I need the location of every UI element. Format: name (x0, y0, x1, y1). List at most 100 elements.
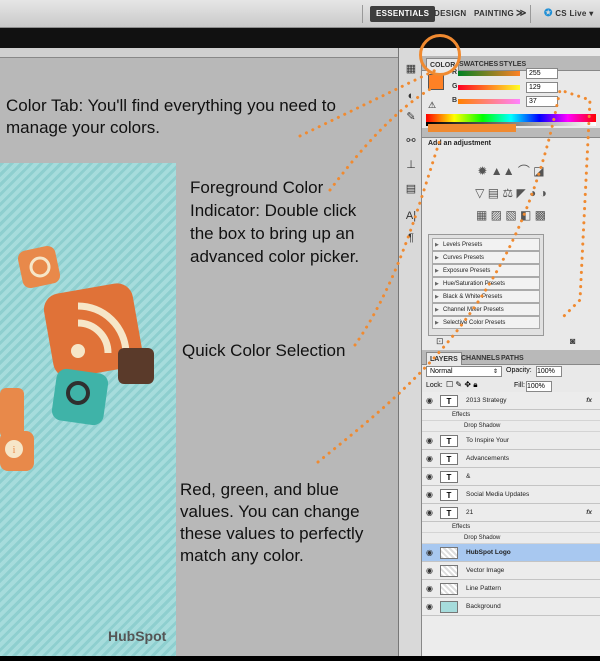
fill-field[interactable] (526, 381, 552, 392)
preset-curves[interactable]: Curves Presets (432, 251, 540, 264)
character-icon[interactable]: A| (403, 210, 419, 224)
drop-shadow-row[interactable]: Drop Shadow (422, 533, 600, 544)
value-r[interactable] (526, 68, 558, 79)
eye-icon[interactable]: ◉ (426, 450, 433, 468)
layer-name: 21 (466, 509, 474, 516)
layer-row[interactable]: ◉ Background (422, 598, 600, 616)
social-icons-illustration: i (0, 245, 154, 471)
blend-mode-select[interactable]: Normal ⇕ (426, 366, 502, 377)
layer-thumbnail: T (440, 395, 458, 407)
histogram-icon[interactable]: ▦ (403, 62, 419, 76)
annotation-quick-color: Quick Color Selection (182, 341, 346, 360)
layers-list: ◉ T 2013 Strategy fx Effects Drop Shadow… (422, 392, 600, 656)
stepper-icon: ⇕ (492, 369, 498, 375)
eye-icon[interactable]: ◉ (426, 432, 433, 450)
options-bar (0, 28, 600, 48)
layer-row[interactable]: ◉ T & (422, 468, 600, 486)
color-ramp[interactable] (426, 114, 596, 122)
divider (530, 5, 531, 23)
value-g[interactable] (526, 82, 558, 93)
layer-name: Advancements (466, 455, 509, 462)
clip-icon[interactable]: ⊡ (436, 336, 444, 347)
layer-thumbnail (440, 565, 458, 577)
slider-r[interactable] (458, 71, 520, 76)
tab-paths[interactable]: PATHS (498, 352, 527, 365)
opacity-field[interactable] (536, 366, 562, 377)
layer-thumbnail: T (440, 507, 458, 519)
eye-icon[interactable]: ◉ (426, 544, 433, 562)
blend-mode-value: Normal (430, 368, 453, 375)
tab-channels[interactable]: CHANNELS (458, 352, 503, 365)
layer-name: To Inspire Your (466, 437, 510, 444)
eye-icon[interactable]: ◉ (426, 504, 433, 522)
layer-row[interactable]: ◉ T 2013 Strategy fx (422, 392, 600, 410)
annotation-rgb: Red, green, and blue values. You can cha… (180, 480, 364, 565)
lock-label: Lock: (426, 382, 443, 389)
annotation-color-tab: Color Tab: You'll find everything you ne… (6, 96, 336, 137)
preset-black-white[interactable]: Black & White Presets (432, 290, 540, 303)
layer-row[interactable]: ◉ Line Pattern (422, 580, 600, 598)
fx-icon[interactable]: fx (586, 392, 592, 410)
eye-icon[interactable]: ◉ (426, 486, 433, 504)
layer-row[interactable]: ◉ Vector Image (422, 562, 600, 580)
panel-dock-icons: ▦ ◐ ✎ ⚯ ⊥ ▤ A| ¶ (398, 48, 422, 656)
layer-name: HubSpot Logo (466, 549, 511, 556)
tab-styles[interactable]: STYLES (496, 58, 529, 71)
layer-name: Background (466, 603, 501, 610)
layer-row[interactable]: ◉ T Advancements (422, 450, 600, 468)
brush-icon[interactable]: ✎ (403, 110, 419, 124)
layer-name: 2013 Strategy (466, 397, 507, 404)
workspace-essentials[interactable]: ESSENTIALS (370, 6, 436, 22)
layer-row[interactable]: ◉ T Social Media Updates (422, 486, 600, 504)
eye-icon[interactable]: ◉ (426, 598, 433, 616)
camera-icon[interactable]: ◙ (570, 336, 575, 346)
layer-thumbnail: T (440, 453, 458, 465)
preset-levels[interactable]: Levels Presets (432, 238, 540, 251)
fill-label: Fill: (514, 382, 525, 389)
slider-g[interactable] (458, 85, 520, 90)
layer-row-selected[interactable]: ◉ HubSpot Logo (422, 544, 600, 562)
divider (362, 5, 363, 23)
annotation-foreground: Foreground Color Indicator: Double click… (190, 178, 360, 266)
foreground-color-swatch[interactable] (428, 74, 444, 90)
adjustments-title: Add an adjustment (428, 140, 492, 147)
fx-icon[interactable]: fx (586, 504, 592, 522)
stamp-icon[interactable]: ⊥ (403, 158, 419, 172)
layer-thumbnail (440, 547, 458, 559)
lock-icons[interactable]: ☐ ✎ ✥ 🔒︎ (446, 380, 478, 390)
eye-icon[interactable]: ◉ (426, 562, 433, 580)
effects-row[interactable]: Effects (422, 410, 600, 421)
value-b[interactable] (526, 96, 558, 107)
eye-icon[interactable]: ◉ (426, 468, 433, 486)
tab-swatches[interactable]: SWATCHES (456, 58, 501, 71)
layer-row[interactable]: ◉ T 21 fx (422, 504, 600, 522)
slider-b[interactable] (458, 99, 520, 104)
cs-live-icon: ✪ (544, 8, 553, 19)
hubspot-logo: HubSpot (108, 628, 167, 644)
eye-icon[interactable]: ◉ (426, 392, 433, 410)
clone-icon[interactable]: ⚯ (403, 134, 419, 148)
preset-selective-color[interactable]: Selective Color Presets (432, 316, 540, 329)
workspace-design[interactable]: DESIGN (428, 6, 472, 22)
cs-live-label: CS Live (555, 9, 587, 18)
preset-exposure[interactable]: Exposure Presets (432, 264, 540, 277)
adjustments-icon[interactable]: ◐ (403, 90, 419, 104)
tools-icon[interactable]: ▤ (403, 182, 419, 196)
cs-live-button[interactable]: ✪ CS Live ▾ (538, 6, 600, 22)
layer-name: Vector Image (466, 567, 505, 574)
layer-thumbnail: T (440, 435, 458, 447)
adjustment-icons[interactable]: ✹ ▲▲ ⌒ ◪ ▽ ▤ ⚖ ◤ ◕ ◑ ▦ ▨ ▧ ◧ ▩ (456, 160, 566, 226)
layer-thumbnail (440, 583, 458, 595)
tab-layers[interactable]: LAYERS (426, 352, 462, 365)
eye-icon[interactable]: ◉ (426, 580, 433, 598)
drop-shadow-row[interactable]: Drop Shadow (422, 421, 600, 432)
preset-hue-saturation[interactable]: Hue/Saturation Presets (432, 277, 540, 290)
paragraph-icon[interactable]: ¶ (403, 232, 419, 246)
warning-icon[interactable]: ⚠ (428, 100, 436, 111)
effects-row[interactable]: Effects (422, 522, 600, 533)
workspace-bar: ESSENTIALS DESIGN PAINTING ≫ ✪ CS Live ▾ (0, 0, 600, 28)
layer-row[interactable]: ◉ T To Inspire Your (422, 432, 600, 450)
preset-channel-mixer[interactable]: Channel Mixer Presets (432, 303, 540, 316)
document-tab[interactable] (0, 48, 398, 58)
right-panels: COLOR SWATCHES STYLES ⚠ R G B Add an adj… (422, 48, 600, 656)
